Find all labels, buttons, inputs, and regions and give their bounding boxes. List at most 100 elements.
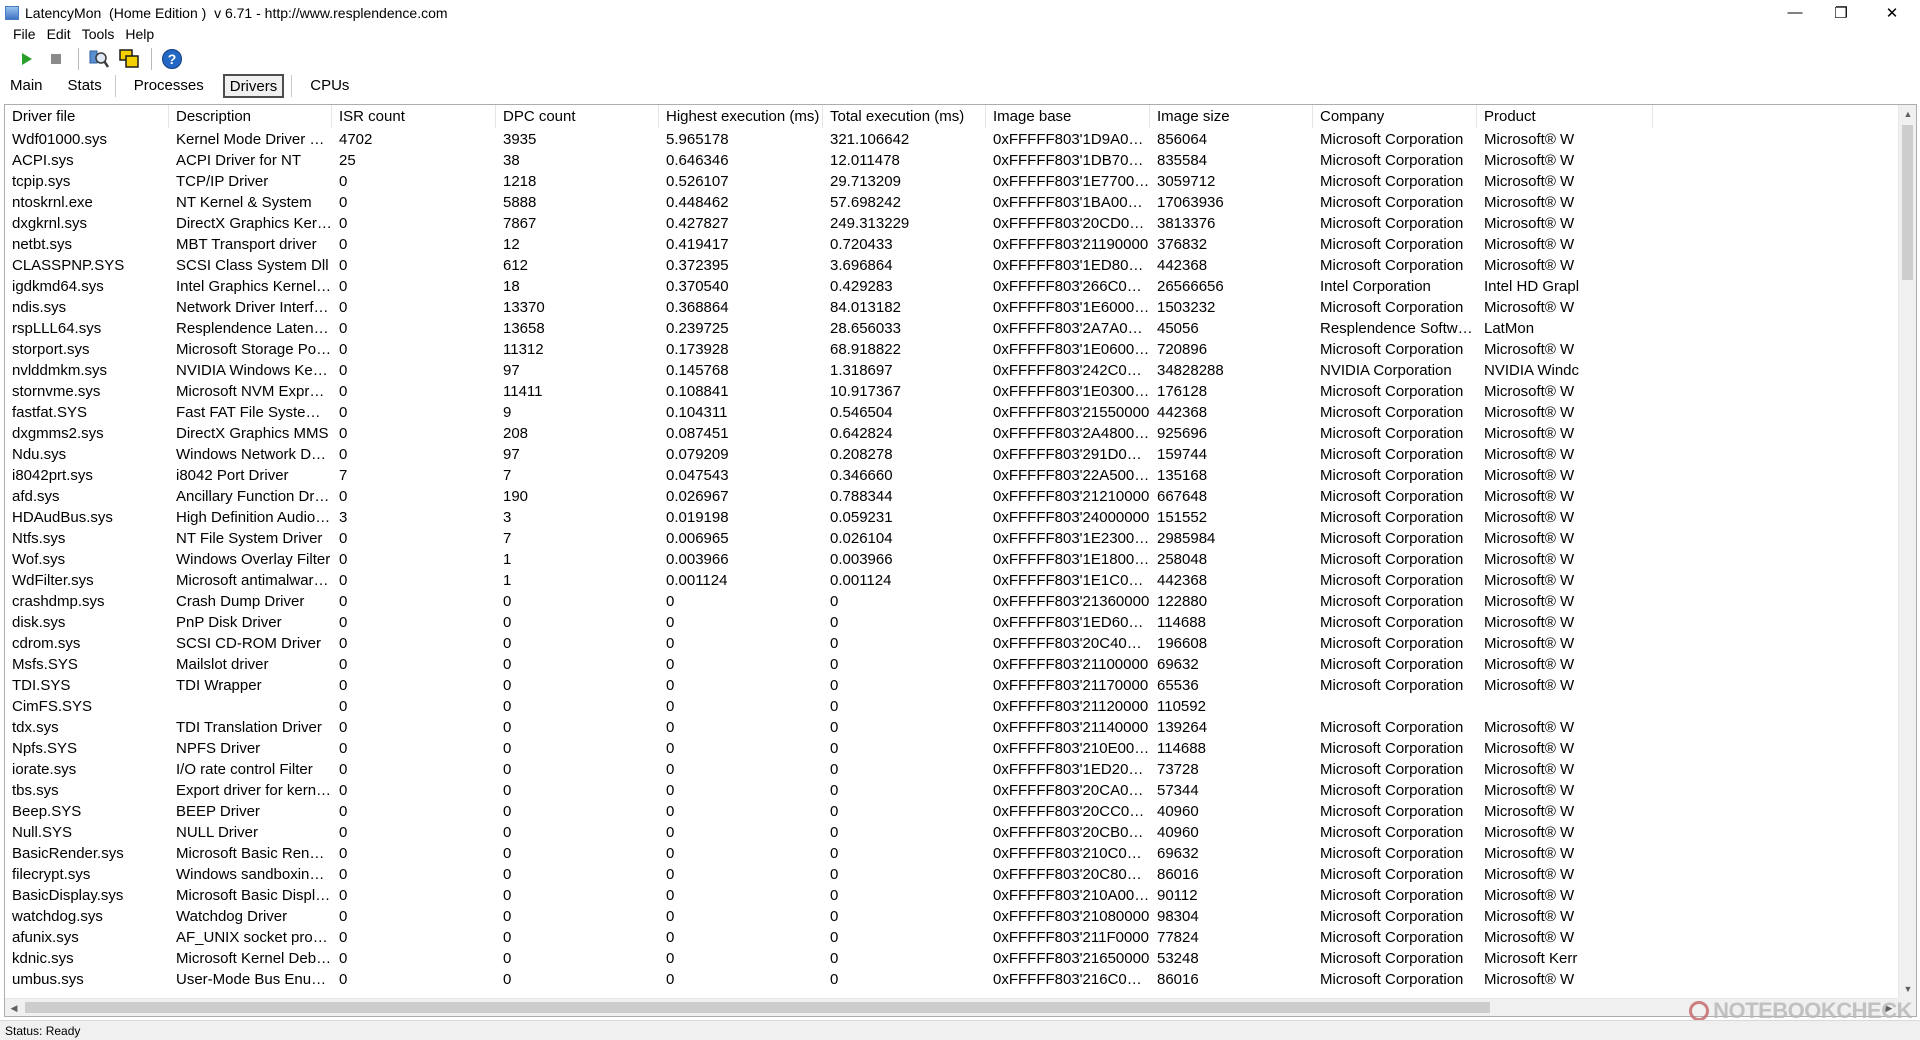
table-row[interactable]: afd.sys Ancillary Function Driver for ...…	[5, 486, 1898, 507]
cell-company: Microsoft Corporation	[1320, 614, 1464, 631]
table-row[interactable]: ndis.sys Network Driver Interface Sp... 0 1…	[5, 297, 1898, 318]
cell-highest-execution: 0.026967	[666, 488, 729, 505]
drivers-list[interactable]: Driver file Description ISR count DPC count…	[4, 104, 1917, 1017]
windows-icon[interactable]	[115, 45, 143, 73]
table-row[interactable]: dxgkrnl.sys DirectX Graphics Kernel 0 7867 0…	[5, 213, 1898, 234]
column-header-driver-file[interactable]: Driver file	[5, 105, 169, 128]
column-header-total-execution[interactable]: Total execution (ms)	[823, 105, 986, 128]
cell-description: Export driver for kernel mod...	[176, 782, 332, 799]
horizontal-scrollbar[interactable]: ◀ ▶	[5, 998, 1898, 1016]
vertical-scrollbar[interactable]: ▲ ▼	[1898, 105, 1916, 998]
table-row[interactable]: cdrom.sys SCSI CD-ROM Driver 0 0 0 0 0xFFFFF80…	[5, 633, 1898, 654]
table-row[interactable]: iorate.sys I/O rate control Filter 0 0 0 0 0xF…	[5, 759, 1898, 780]
cell-image-base: 0xFFFFF803'1E1C0000	[993, 572, 1150, 589]
vertical-scroll-thumb[interactable]	[1902, 125, 1913, 280]
table-row[interactable]: i8042prt.sys i8042 Port Driver 7 7 0.047543 0…	[5, 465, 1898, 486]
cell-highest-execution: 0	[666, 782, 675, 799]
cell-description: Resplendence Latency Monit...	[176, 320, 332, 337]
table-row[interactable]: tcpip.sys TCP/IP Driver 0 1218 0.526107 29.71…	[5, 171, 1898, 192]
tab-processes[interactable]: Processes	[128, 74, 210, 98]
cell-company: Resplendence Software Proj...	[1320, 320, 1477, 337]
column-header-isr-count[interactable]: ISR count	[332, 105, 496, 128]
scroll-up-icon[interactable]: ▲	[1899, 105, 1916, 123]
table-row[interactable]: BasicRender.sys Microsoft Basic Render Dr…	[5, 843, 1898, 864]
tab-stats[interactable]: Stats	[62, 74, 108, 98]
cell-total-execution: 0.208278	[830, 446, 893, 463]
table-row[interactable]: igdkmd64.sys Intel Graphics Kernel Mode D…	[5, 276, 1898, 297]
column-header-product[interactable]: Product	[1477, 105, 1653, 128]
table-row[interactable]: ACPI.sys ACPI Driver for NT 25 38 0.646346 12…	[5, 150, 1898, 171]
cell-dpc-count: 0	[503, 887, 512, 904]
cell-image-base: 0xFFFFF803'1ED60000	[993, 614, 1150, 631]
horizontal-scroll-thumb[interactable]	[25, 1002, 1490, 1013]
cell-description: AF_UNIX socket provider	[176, 929, 332, 946]
table-row[interactable]: CimFS.SYS 0 0 0 0 0xFFFFF803'21120000 110592	[5, 696, 1898, 717]
table-row[interactable]: Null.SYS NULL Driver 0 0 0 0 0xFFFFF803'20CB00…	[5, 822, 1898, 843]
cell-image-size: 3813376	[1157, 215, 1216, 232]
column-header-company[interactable]: Company	[1313, 105, 1477, 128]
table-row[interactable]: CLASSPNP.SYS SCSI Class System Dll 0 612 0.3…	[5, 255, 1898, 276]
table-row[interactable]: Wdf01000.sys Kernel Mode Driver Framew...…	[5, 129, 1898, 150]
table-row[interactable]: Beep.SYS BEEP Driver 0 0 0 0 0xFFFFF803'20CC00…	[5, 801, 1898, 822]
cell-total-execution: 0	[830, 803, 839, 820]
stop-icon[interactable]	[42, 45, 70, 73]
column-header-dpc-count[interactable]: DPC count	[496, 105, 659, 128]
close-button[interactable]: ✕	[1864, 0, 1920, 25]
play-icon[interactable]	[12, 45, 40, 73]
restore-button[interactable]: ❐	[1818, 0, 1864, 25]
cell-driver-file: tcpip.sys	[12, 173, 71, 190]
cell-description: TDI Translation Driver	[176, 719, 322, 736]
table-row[interactable]: watchdog.sys Watchdog Driver 0 0 0 0 0xFFFFF80…	[5, 906, 1898, 927]
cell-driver-file: Ntfs.sys	[12, 530, 66, 547]
table-row[interactable]: WdFilter.sys Microsoft antimalware file s…	[5, 570, 1898, 591]
cell-product: Microsoft® W	[1484, 635, 1575, 652]
cell-image-base: 0xFFFFF803'24000000	[993, 509, 1150, 526]
table-row[interactable]: Npfs.SYS NPFS Driver 0 0 0 0 0xFFFFF803'210E00…	[5, 738, 1898, 759]
table-row[interactable]: TDI.SYS TDI Wrapper 0 0 0 0 0xFFFFF803'2117000…	[5, 675, 1898, 696]
table-row[interactable]: BasicDisplay.sys Microsoft Basic Display …	[5, 885, 1898, 906]
scroll-left-icon[interactable]: ◀	[5, 999, 23, 1016]
table-row[interactable]: Ntfs.sys NT File System Driver 0 7 0.006965 0…	[5, 528, 1898, 549]
cell-dpc-count: 1	[503, 572, 512, 589]
table-row[interactable]: Ndu.sys Windows Network Data Usa... 0 97 0.0…	[5, 444, 1898, 465]
column-header-image-base[interactable]: Image base	[986, 105, 1150, 128]
menu-help[interactable]: Help	[125, 26, 154, 42]
table-row[interactable]: dxgmms2.sys DirectX Graphics MMS 0 208 0.087…	[5, 423, 1898, 444]
tab-main[interactable]: Main	[4, 74, 49, 98]
table-row[interactable]: disk.sys PnP Disk Driver 0 0 0 0 0xFFFFF803'1E…	[5, 612, 1898, 633]
cell-image-base: 0xFFFFF803'211F0000	[993, 929, 1149, 946]
table-row[interactable]: netbt.sys MBT Transport driver 0 12 0.419417…	[5, 234, 1898, 255]
column-header-image-size[interactable]: Image size	[1150, 105, 1313, 128]
table-row[interactable]: Wof.sys Windows Overlay Filter 0 1 0.003966 0…	[5, 549, 1898, 570]
table-row[interactable]: crashdmp.sys Crash Dump Driver 0 0 0 0 0xFFFFF…	[5, 591, 1898, 612]
table-row[interactable]: rspLLL64.sys Resplendence Latency Monit..…	[5, 318, 1898, 339]
table-row[interactable]: tbs.sys Export driver for kernel mod... 0 0…	[5, 780, 1898, 801]
menu-file[interactable]: File	[13, 26, 36, 42]
tab-cpus[interactable]: CPUs	[304, 74, 355, 98]
minimize-button[interactable]: —	[1772, 0, 1818, 25]
table-row[interactable]: Msfs.SYS Mailslot driver 0 0 0 0 0xFFFFF803'21…	[5, 654, 1898, 675]
find-icon[interactable]	[85, 45, 113, 73]
cell-highest-execution: 0.239725	[666, 320, 729, 337]
tab-drivers[interactable]: Drivers	[222, 74, 285, 98]
table-row[interactable]: fastfat.SYS Fast FAT File System Driver 0 9…	[5, 402, 1898, 423]
cell-driver-file: Wdf01000.sys	[12, 131, 108, 148]
table-row[interactable]: afunix.sys AF_UNIX socket provider 0 0 0 0 0xF…	[5, 927, 1898, 948]
table-row[interactable]: filecrypt.sys Windows sandboxing and e...…	[5, 864, 1898, 885]
scroll-down-icon[interactable]: ▼	[1899, 980, 1916, 998]
menu-edit[interactable]: Edit	[47, 26, 71, 42]
table-row[interactable]: umbus.sys User-Mode Bus Enumerator 0 0 0 0 0xF…	[5, 969, 1898, 990]
cell-product: Microsoft® W	[1484, 803, 1575, 820]
table-row[interactable]: HDAudBus.sys High Definition Audio Bus Dr…	[5, 507, 1898, 528]
column-header-highest-execution[interactable]: Highest execution (ms)	[659, 105, 823, 128]
table-row[interactable]: tdx.sys TDI Translation Driver 0 0 0 0 0xFFFFF…	[5, 717, 1898, 738]
column-header-description[interactable]: Description	[169, 105, 332, 128]
table-row[interactable]: ntoskrnl.exe NT Kernel & System 0 5888 0.448…	[5, 192, 1898, 213]
table-row[interactable]: nvlddmkm.sys NVIDIA Windows Kernel Mod...…	[5, 360, 1898, 381]
cell-isr-count: 0	[339, 719, 348, 736]
table-row[interactable]: storport.sys Microsoft Storage Port Drive…	[5, 339, 1898, 360]
table-row[interactable]: stornvme.sys Microsoft NVM Express Stor..…	[5, 381, 1898, 402]
table-row[interactable]: kdnic.sys Microsoft Kernel Debugger N... 0…	[5, 948, 1898, 969]
help-icon[interactable]: ?	[158, 45, 186, 73]
menu-tools[interactable]: Tools	[82, 26, 115, 42]
